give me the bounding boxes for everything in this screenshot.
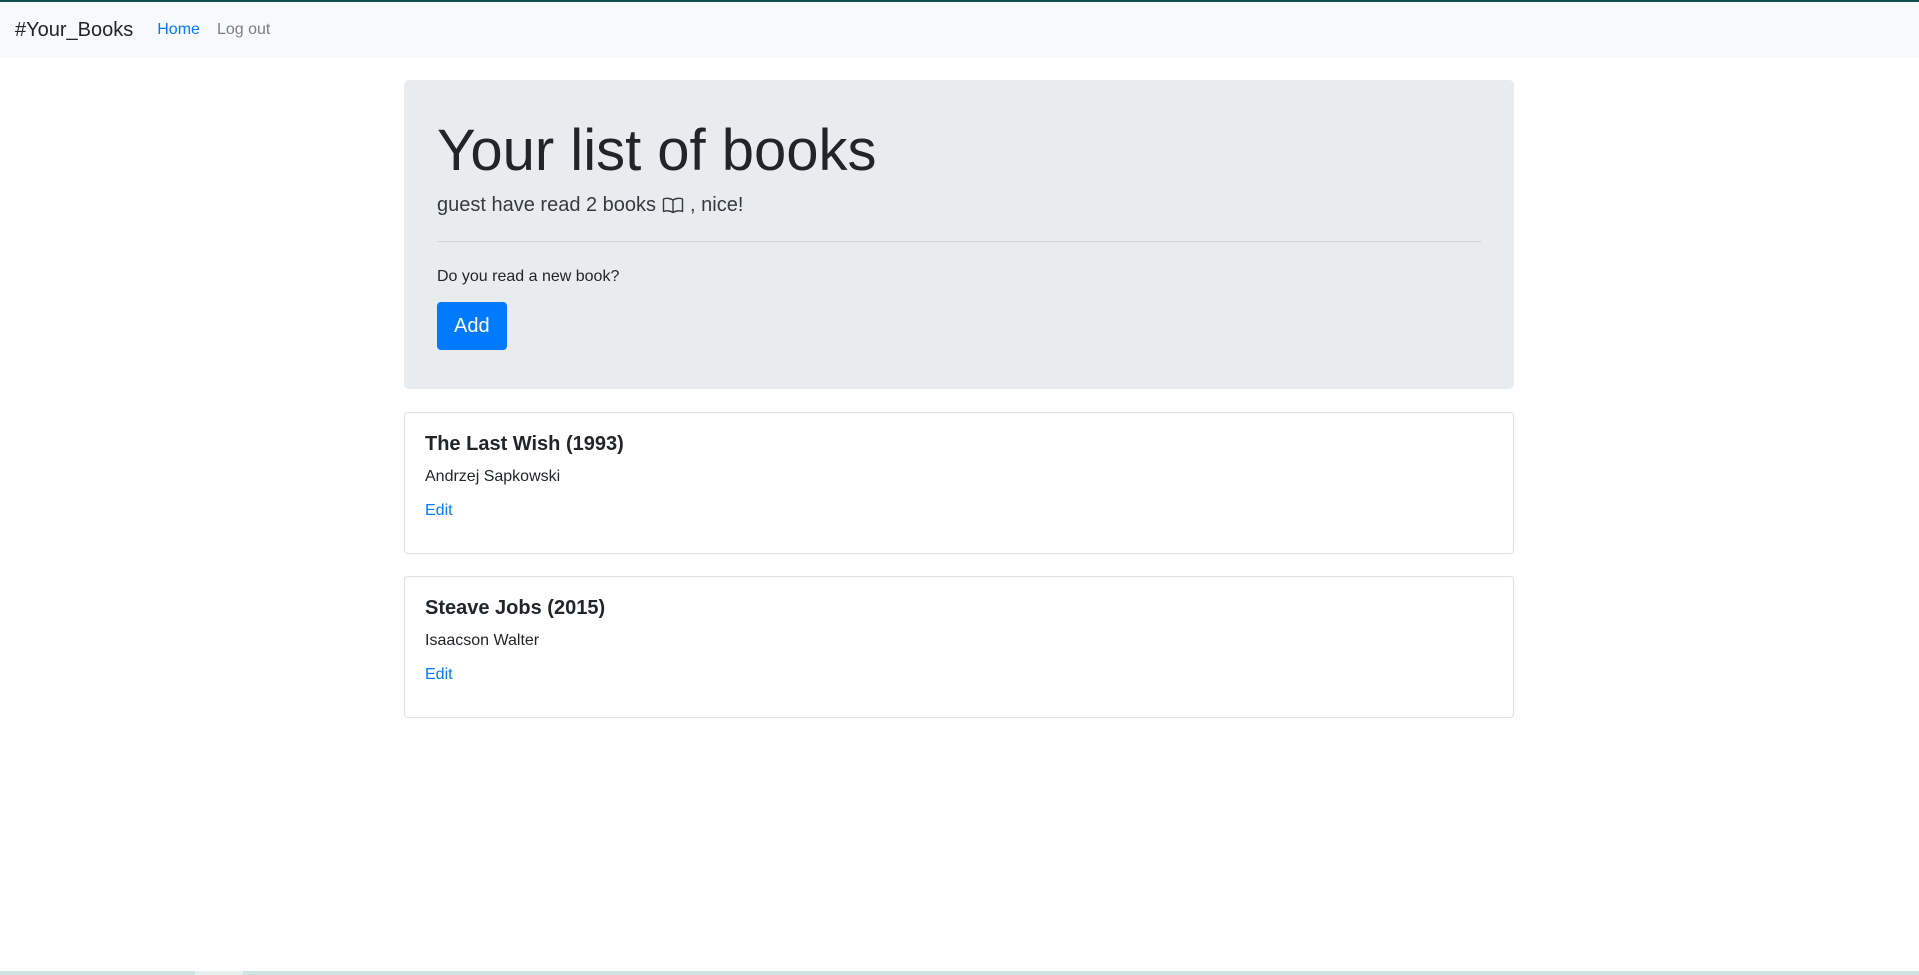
summary-suffix: , nice! [690, 193, 744, 216]
brand-link[interactable]: #Your_Books [15, 19, 133, 42]
edit-book-link[interactable]: Edit [425, 502, 453, 519]
book-open-icon [662, 196, 684, 214]
book-card: Steave Jobs (2015) Isaacson Walter Edit [404, 576, 1514, 718]
navbar: #Your_Books Home Log out [0, 2, 1919, 58]
add-prompt: Do you read a new book? [437, 267, 620, 285]
reading-summary: guest have read 2 books , nice! [437, 194, 1481, 217]
horizontal-scrollbar-track[interactable] [0, 971, 1919, 975]
book-card: The Last Wish (1993) Andrzej Sapkowski E… [404, 412, 1514, 554]
jumbotron: Your list of books guest have read 2 boo… [404, 80, 1514, 389]
divider [437, 240, 1481, 242]
book-author: Isaacson Walter [425, 632, 540, 649]
book-title: Steave Jobs (2015) [425, 597, 606, 619]
book-title: The Last Wish (1993) [425, 433, 624, 455]
add-book-button[interactable]: Add [437, 301, 507, 350]
edit-book-link[interactable]: Edit [425, 666, 453, 683]
horizontal-scrollbar-thumb[interactable] [195, 971, 243, 975]
nav-link-home[interactable]: Home [157, 21, 200, 39]
book-author: Andrzej Sapkowski [425, 468, 561, 485]
nav-link-logout[interactable]: Log out [217, 21, 270, 39]
summary-text: guest have read 2 books [437, 193, 657, 216]
page-title: Your list of books [437, 118, 877, 183]
